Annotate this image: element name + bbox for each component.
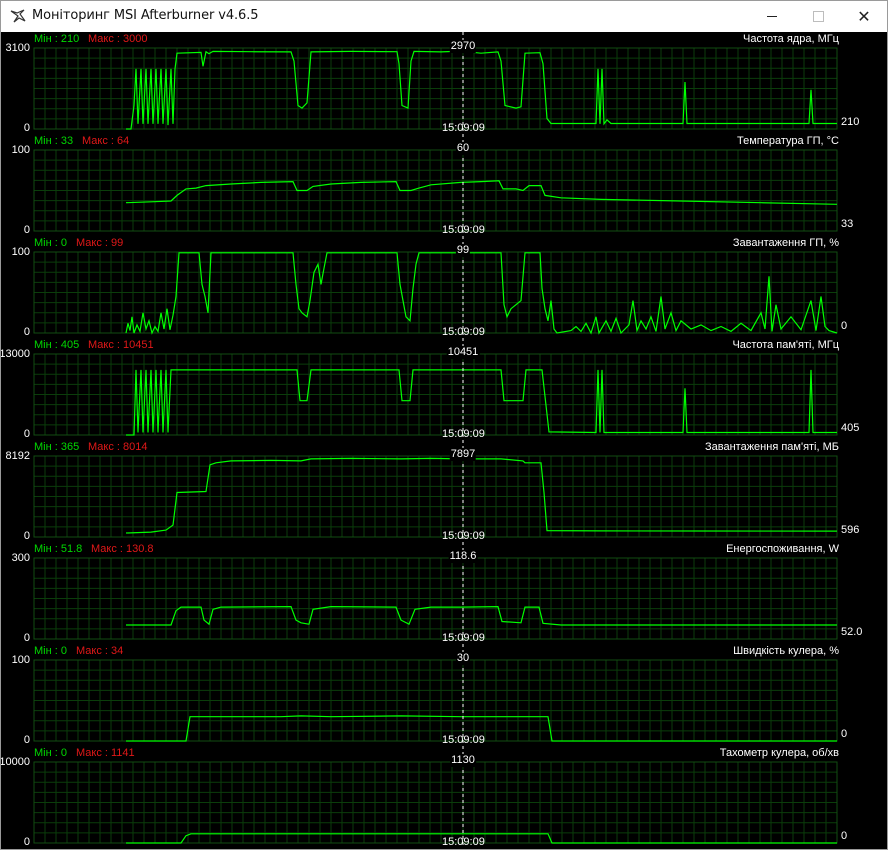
graph-current-value: 0	[841, 320, 848, 332]
graph-current-value: 52.0	[841, 626, 863, 638]
graph-min-label: Мін : 210	[34, 33, 80, 45]
minimize-icon	[767, 16, 777, 17]
graph-current-value: 210	[841, 116, 860, 128]
maximize-icon	[812, 11, 824, 22]
graph-y-max: 100	[11, 654, 30, 666]
graph-series-line	[125, 457, 838, 534]
graph-name: Завантаження ГП, %	[732, 237, 839, 249]
graph-min-label: Мін : 0	[34, 645, 67, 657]
graph-series-line	[126, 605, 837, 626]
graph-plot	[33, 338, 838, 440]
cursor-value: 10451	[446, 346, 480, 359]
cursor-value: 2970	[449, 40, 477, 53]
graph-plot	[33, 134, 838, 236]
graph-max-label: Макс : 10451	[88, 339, 154, 351]
graph-max-label: Макс : 8014	[88, 441, 148, 453]
graph-plot	[33, 32, 838, 134]
graph-panel[interactable]: Мін : 51.8 Макс : 130.8 Енергоспоживання…	[1, 542, 887, 644]
graph-y-max: 100	[11, 246, 30, 258]
graph-grid	[33, 761, 838, 844]
graph-series-line	[126, 50, 837, 130]
graph-y-max: 3100	[5, 42, 30, 54]
graph-plot	[33, 440, 838, 542]
minimize-button[interactable]	[749, 1, 795, 32]
graph-y-max: 100	[11, 144, 30, 156]
graph-max-label: Макс : 34	[76, 645, 124, 657]
graph-current-value: 596	[841, 524, 860, 536]
graph-max-label: Макс : 3000	[88, 33, 148, 45]
graph-grid	[33, 251, 838, 334]
maximize-button[interactable]	[795, 1, 841, 32]
graph-plot	[33, 236, 838, 338]
graph-min-label: Мін : 33	[34, 135, 74, 147]
graph-grid	[33, 149, 838, 232]
graph-name: Завантаження пам'яті, МБ	[704, 441, 839, 453]
close-button[interactable]: ✕	[841, 1, 887, 32]
graph-grid	[33, 659, 838, 742]
cursor-value: 60	[455, 142, 471, 155]
cursor-value: 7897	[449, 448, 477, 461]
graph-panel[interactable]: Мін : 405 Макс : 10451 Частота пам'яті, …	[1, 338, 887, 440]
graph-max-label: Макс : 1141	[76, 747, 135, 759]
graph-current-value: 0	[841, 728, 848, 740]
graph-max-label: Макс : 64	[82, 135, 130, 147]
graph-plot	[33, 644, 838, 746]
graph-y-max: 300	[11, 552, 30, 564]
graph-panel[interactable]: Мін : 0 Макс : 34 Швидкість кулера, % 10…	[1, 644, 887, 746]
graph-panel[interactable]: Мін : 0 Макс : 1141 Тахометр кулера, об/…	[1, 746, 887, 848]
graph-panel[interactable]: Мін : 210 Макс : 3000 Частота ядра, МГц …	[1, 32, 887, 134]
graph-current-value: 0	[841, 830, 848, 842]
cursor-value: 99	[455, 244, 471, 257]
graph-min-label: Мін : 0	[34, 747, 67, 759]
graph-name: Частота пам'яті, МГц	[732, 339, 839, 351]
close-icon: ✕	[857, 6, 871, 26]
graph-min-label: Мін : 51.8	[34, 543, 83, 555]
cursor-time: 15:09:09	[442, 836, 485, 848]
graph-current-value: 405	[841, 422, 860, 434]
graph-name: Температура ГП, °C	[737, 135, 839, 147]
graph-y-max: 13000	[0, 348, 30, 360]
afterburner-monitor-window: Моніторинг MSI Afterburner v4.6.5 ✕ Мін …	[0, 0, 888, 850]
graph-min-label: Мін : 0	[34, 237, 67, 249]
graph-min-label: Мін : 365	[34, 441, 80, 453]
graph-panel[interactable]: Мін : 33 Макс : 64 Температура ГП, °C 10…	[1, 134, 887, 236]
graph-name: Енергоспоживання, W	[726, 543, 839, 555]
monitoring-graphs-area[interactable]: Мін : 210 Макс : 3000 Частота ядра, МГц …	[1, 32, 887, 849]
title-bar[interactable]: Моніторинг MSI Afterburner v4.6.5 ✕	[1, 1, 887, 32]
graph-plot	[33, 746, 838, 848]
graph-y-min: 0	[23, 836, 30, 848]
graph-name: Частота ядра, МГц	[743, 33, 839, 45]
graph-plot	[33, 542, 838, 644]
graph-panel[interactable]: Мін : 0 Макс : 99 Завантаження ГП, % 100…	[1, 236, 887, 338]
graph-current-value: 33	[841, 218, 854, 230]
afterburner-logo-icon	[10, 9, 26, 23]
graph-name: Тахометр кулера, об/хв	[719, 747, 839, 759]
graph-max-label: Макс : 99	[76, 237, 124, 249]
graph-y-max: 8192	[5, 450, 30, 462]
graph-name: Швидкість кулера, %	[733, 645, 839, 657]
graph-panel[interactable]: Мін : 365 Макс : 8014 Завантаження пам'я…	[1, 440, 887, 542]
cursor-value: 30	[455, 652, 471, 665]
cursor-value: 1130	[450, 754, 476, 767]
graph-grid	[33, 557, 838, 640]
window-title: Моніторинг MSI Afterburner v4.6.5	[32, 8, 259, 23]
graph-grid	[33, 455, 838, 538]
graph-min-label: Мін : 405	[34, 339, 80, 351]
cursor-value: 118.6	[448, 550, 478, 563]
graph-max-label: Макс : 130.8	[91, 543, 154, 555]
graph-y-max: 10000	[0, 756, 30, 768]
